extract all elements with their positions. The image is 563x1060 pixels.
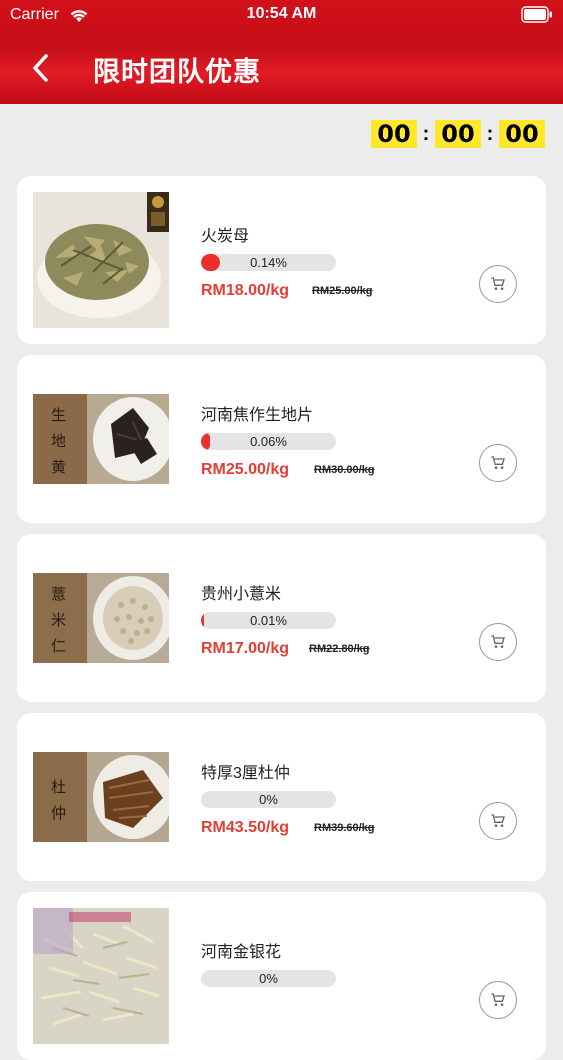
progress-label: 0% — [259, 792, 278, 807]
product-image-label: 仲 — [51, 804, 66, 822]
progress-label: 0.01% — [250, 613, 287, 628]
cart-icon — [491, 456, 505, 469]
add-to-cart-button[interactable] — [479, 444, 517, 482]
sale-price: RM43.50/kg — [201, 819, 290, 836]
product-name: 火炭母 — [201, 228, 250, 245]
header-bar: Carrier 10:54 AM 限时团队优惠 — [0, 0, 563, 104]
product-image[interactable] — [33, 908, 169, 1044]
progress-label: 0% — [259, 971, 278, 986]
product-image-label: 地 — [51, 432, 66, 450]
product-image[interactable]: 生 地 黄 — [33, 371, 169, 507]
product-image[interactable]: 薏 米 仁 — [33, 550, 169, 686]
progress-label: 0.14% — [250, 255, 287, 270]
sale-price: RM17.00/kg — [201, 640, 290, 657]
add-to-cart-button[interactable] — [479, 802, 517, 840]
product-card[interactable]: 杜 仲 特厚3厘杜仲 0% RM43.50/kg RM39.60/kg — [17, 713, 546, 881]
product-image-label: 生 — [51, 406, 66, 424]
product-image[interactable]: 杜 仲 — [33, 729, 169, 865]
product-card[interactable]: 薏 米 仁 贵州小薏米 0.01% RM17.00/kg RM22.80/kg — [17, 534, 546, 702]
cart-icon — [491, 277, 505, 290]
original-price: RM22.80/kg — [309, 643, 370, 655]
sales-progress-bar: 0.01% — [201, 612, 336, 629]
product-image-label: 杜 — [51, 778, 66, 796]
product-name: 贵州小薏米 — [201, 586, 282, 603]
product-image-label: 仁 — [51, 637, 66, 655]
countdown-minutes: 00 — [435, 120, 481, 148]
product-name: 河南金银花 — [201, 944, 282, 961]
original-price: RM39.60/kg — [314, 822, 375, 834]
battery-icon — [521, 6, 552, 23]
countdown-separator: : — [422, 122, 430, 145]
cart-icon — [491, 635, 505, 648]
cart-icon — [491, 993, 505, 1006]
product-image-label: 黄 — [51, 458, 66, 476]
product-name: 河南焦作生地片 — [201, 407, 314, 424]
product-image[interactable] — [33, 192, 169, 328]
back-button[interactable] — [20, 48, 60, 88]
cart-icon — [491, 814, 505, 827]
countdown-hours: 00 — [371, 120, 417, 148]
chevron-left-icon — [33, 54, 48, 82]
add-to-cart-button[interactable] — [479, 981, 517, 1019]
original-price: RM25.00/kg — [312, 285, 373, 297]
product-card[interactable]: 火炭母 0.14% RM18.00/kg RM25.00/kg — [17, 176, 546, 344]
status-bar: Carrier 10:54 AM — [0, 0, 563, 32]
product-image-label: 米 — [51, 611, 66, 629]
sales-progress-bar: 0% — [201, 970, 336, 987]
original-price: RM30.00/kg — [314, 464, 375, 476]
sales-progress-bar: 0.06% — [201, 433, 336, 450]
progress-label: 0.06% — [250, 434, 287, 449]
clock: 10:54 AM — [246, 5, 317, 22]
product-card[interactable]: 河南金银花 0% — [17, 892, 546, 1060]
sale-price: RM25.00/kg — [201, 461, 290, 478]
product-card[interactable]: 生 地 黄 河南焦作生地片 0.06% RM25.00/kg RM30.00/k… — [17, 355, 546, 523]
sales-progress-bar: 0.14% — [201, 254, 336, 271]
countdown-separator: : — [486, 122, 494, 145]
product-image-label: 薏 — [51, 585, 66, 603]
add-to-cart-button[interactable] — [479, 265, 517, 303]
sale-price: RM18.00/kg — [201, 282, 290, 299]
add-to-cart-button[interactable] — [479, 623, 517, 661]
countdown-seconds: 00 — [499, 120, 545, 148]
sales-progress-bar: 0% — [201, 791, 336, 808]
product-name: 特厚3厘杜仲 — [201, 765, 290, 782]
page-title: 限时团队优惠 — [93, 57, 261, 87]
countdown-timer: 00 : 00 : 00 — [371, 120, 545, 148]
